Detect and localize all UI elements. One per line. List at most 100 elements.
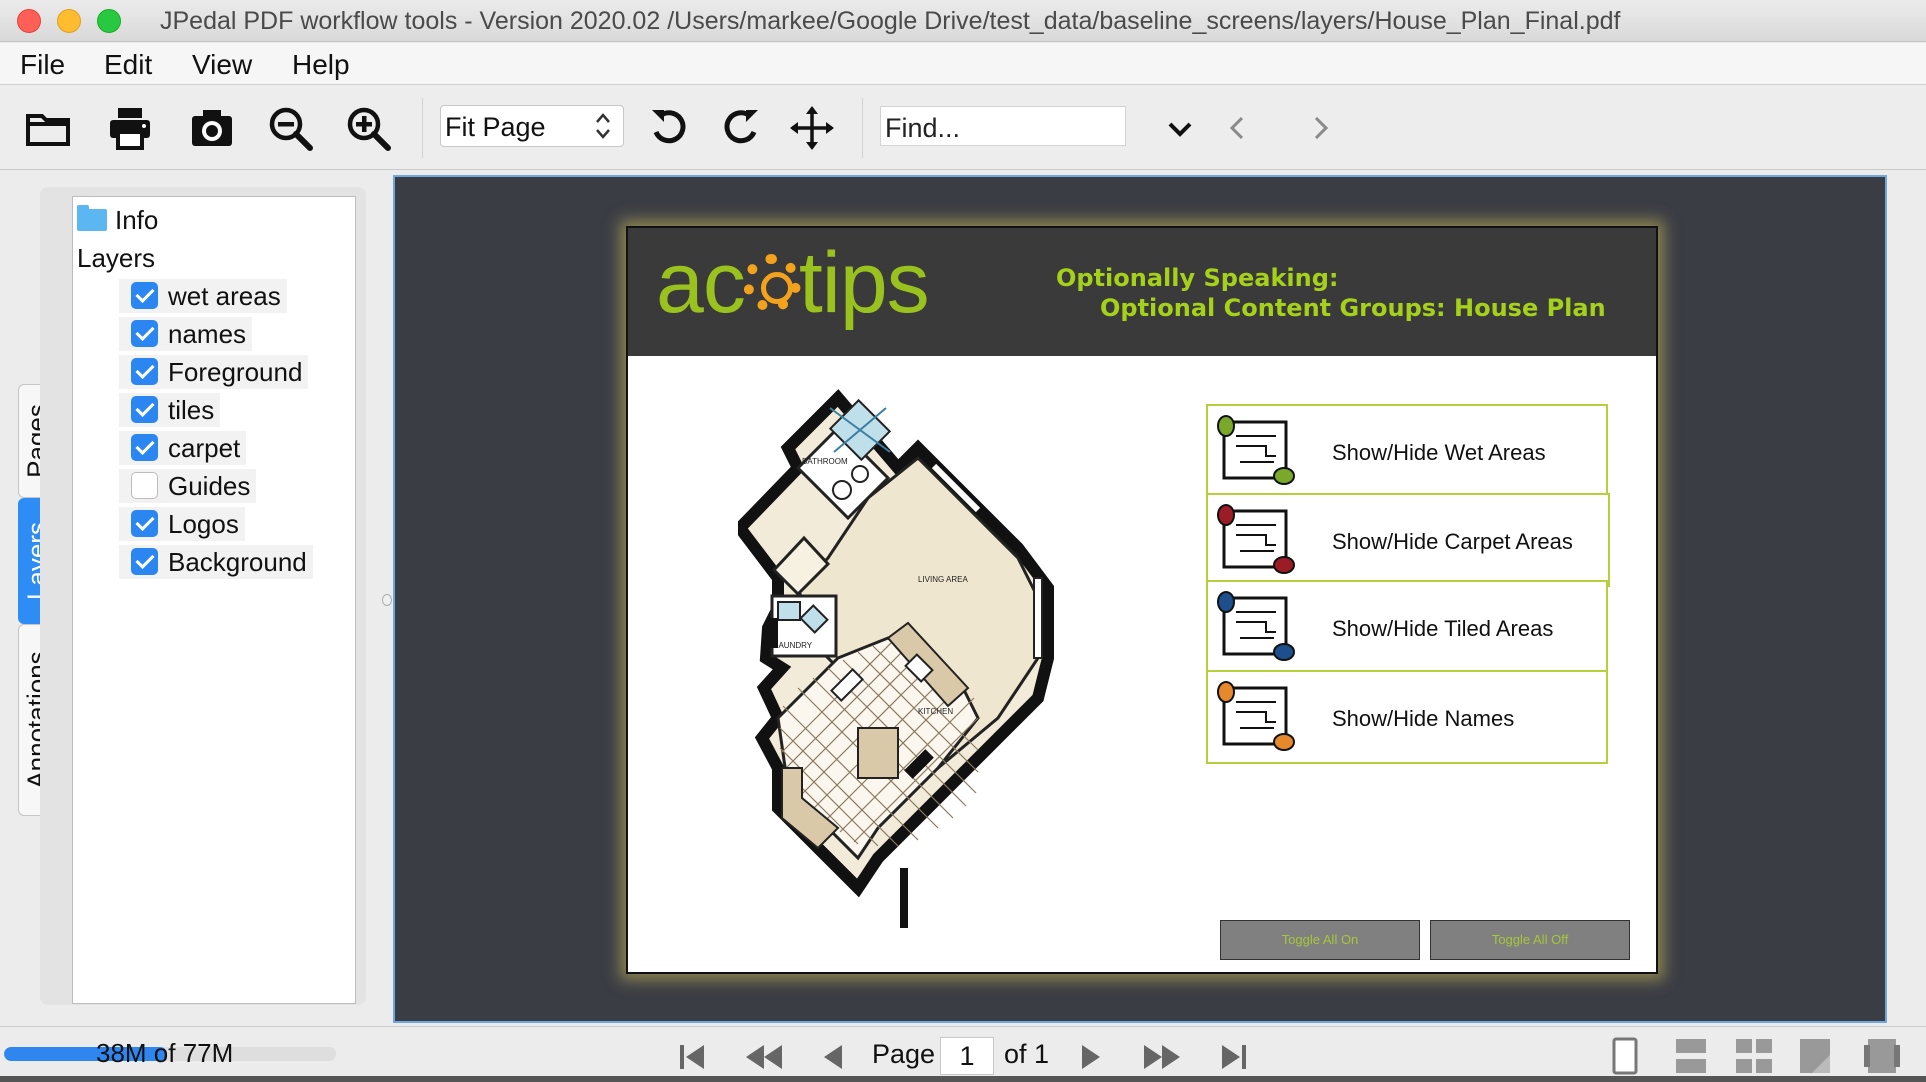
- bottom-edge: [0, 1076, 1926, 1082]
- zoom-mode-value: Fit Page: [445, 112, 546, 142]
- layer-row-foreground[interactable]: Foreground: [119, 355, 309, 389]
- menu-edit[interactable]: Edit: [104, 49, 152, 81]
- scroll-icon: [1217, 591, 1295, 661]
- layer-label: names: [168, 319, 247, 349]
- button-label: Show/Hide Wet Areas: [1332, 440, 1546, 465]
- gear-icon: [742, 254, 801, 312]
- floor-plan-drawing: BATHROOM LAUNDRY KITCHEN LIVING AREA: [738, 389, 1054, 928]
- layer-label: Background: [168, 547, 307, 577]
- scroll-icon: [1217, 681, 1295, 751]
- menu-bar: File Edit View Help: [0, 43, 1926, 85]
- layer-label: carpet: [168, 433, 241, 463]
- close-window-button[interactable]: [17, 9, 41, 33]
- print-icon[interactable]: [106, 104, 154, 152]
- button-label: Show/Hide Carpet Areas: [1332, 529, 1573, 554]
- layer-label: wet areas: [168, 281, 281, 311]
- continuous-view-icon[interactable]: [1674, 1037, 1708, 1075]
- layer-checkbox[interactable]: [131, 358, 158, 385]
- layer-row-logos[interactable]: Logos: [119, 507, 245, 541]
- page-flow-view-icon[interactable]: [1798, 1037, 1832, 1075]
- open-folder-icon[interactable]: [24, 104, 72, 152]
- menu-file[interactable]: File: [20, 49, 65, 81]
- acrotips-logo: ac tips: [656, 235, 930, 331]
- show-hide-wet-areas-button[interactable]: Show/Hide Wet Areas: [1206, 404, 1608, 498]
- layer-label: tiles: [168, 395, 215, 425]
- toolbar: Fit Page: [0, 86, 1926, 170]
- folder-icon: [77, 205, 107, 231]
- facing-view-icon[interactable]: [1734, 1037, 1774, 1075]
- button-label: Show/Hide Names: [1332, 706, 1515, 731]
- previous-result-icon[interactable]: [1214, 104, 1262, 152]
- pan-icon[interactable]: [788, 104, 836, 152]
- toolbar-separator: [862, 98, 863, 158]
- button-label: Show/Hide Tiled Areas: [1332, 616, 1554, 641]
- layer-row-names[interactable]: names: [119, 317, 253, 351]
- menu-help[interactable]: Help: [292, 49, 350, 81]
- show-hide-carpet-areas-button[interactable]: Show/Hide Carpet Areas: [1206, 493, 1610, 587]
- layer-label: Foreground: [168, 357, 303, 387]
- zoom-in-icon[interactable]: [344, 104, 392, 152]
- page-label: Page: [872, 1039, 936, 1069]
- layer-row-background[interactable]: Background: [119, 545, 313, 579]
- window-title: JPedal PDF workflow tools - Version 2020…: [160, 7, 1621, 35]
- select-arrows-icon: [596, 113, 610, 139]
- layer-label: Guides: [168, 471, 251, 501]
- find-input[interactable]: [880, 106, 1126, 146]
- pdf-page: ac tips Optionally Speaking: Optional Con…: [626, 226, 1658, 974]
- plan-label-bathroom: BATHROOM: [802, 457, 848, 466]
- thumbnail-view-icon[interactable]: [1862, 1037, 1902, 1075]
- page-number-input[interactable]: [940, 1037, 994, 1075]
- first-page-icon[interactable]: [678, 1043, 708, 1071]
- snapshot-icon[interactable]: [188, 104, 236, 152]
- zoom-out-icon[interactable]: [266, 104, 314, 152]
- toggle-all-off-button[interactable]: Toggle All Off: [1430, 920, 1630, 960]
- layer-row-wet-areas[interactable]: wet areas: [119, 279, 287, 313]
- header-line-2: Optional Content Groups: House Plan: [1100, 294, 1606, 322]
- minimize-window-button[interactable]: [57, 9, 81, 33]
- layer-row-tiles[interactable]: tiles: [119, 393, 221, 427]
- chevron-down-icon[interactable]: [1156, 104, 1204, 152]
- next-page-icon[interactable]: [1076, 1043, 1106, 1071]
- title-bar: JPedal PDF workflow tools - Version 2020…: [0, 0, 1926, 42]
- layer-checkbox[interactable]: [131, 282, 158, 309]
- app-window: JPedal PDF workflow tools - Version 2020…: [0, 0, 1926, 1082]
- page-count-label: of 1: [1004, 1039, 1050, 1069]
- rotate-right-icon[interactable]: [716, 104, 764, 152]
- layer-checkbox[interactable]: [131, 510, 158, 537]
- show-hide-names-button[interactable]: Show/Hide Names: [1206, 670, 1608, 764]
- previous-page-icon[interactable]: [818, 1043, 848, 1071]
- status-bar: 38M of 77M Page of 1: [0, 1026, 1926, 1082]
- rotate-left-icon[interactable]: [646, 104, 694, 152]
- next-result-icon[interactable]: [1296, 104, 1344, 152]
- plan-label-laundry: LAUNDRY: [774, 641, 813, 650]
- menu-view[interactable]: View: [192, 49, 252, 81]
- forward-ten-pages-icon[interactable]: [1142, 1043, 1182, 1071]
- tree-info-label: Info: [115, 205, 159, 235]
- header-line-1: Optionally Speaking:: [1056, 264, 1339, 292]
- layer-row-carpet[interactable]: carpet: [119, 431, 247, 465]
- zoom-mode-select[interactable]: Fit Page: [440, 105, 624, 147]
- layers-panel: Info Layers wet areas names Foreground t…: [72, 196, 356, 1004]
- layer-checkbox[interactable]: [131, 548, 158, 575]
- layer-checkbox[interactable]: [131, 434, 158, 461]
- plan-label-kitchen: KITCHEN: [918, 707, 953, 716]
- layer-checkbox[interactable]: [131, 472, 158, 499]
- tree-layers-heading: Layers: [77, 243, 156, 273]
- last-page-icon[interactable]: [1218, 1043, 1248, 1071]
- scroll-icon: [1217, 504, 1295, 574]
- layer-checkbox[interactable]: [131, 320, 158, 347]
- toolbar-separator: [422, 98, 423, 158]
- layer-label: Logos: [168, 509, 239, 539]
- maximize-window-button[interactable]: [97, 9, 121, 33]
- layer-checkbox[interactable]: [131, 396, 158, 423]
- scroll-icon: [1217, 415, 1295, 485]
- panel-splitter-handle[interactable]: [382, 594, 392, 606]
- plan-label-living: LIVING AREA: [918, 575, 968, 584]
- toggle-all-on-button[interactable]: Toggle All On: [1220, 920, 1420, 960]
- page-header-band: ac tips Optionally Speaking: Optional Con…: [628, 228, 1656, 356]
- layer-row-guides[interactable]: Guides: [119, 469, 257, 503]
- single-page-view-icon[interactable]: [1608, 1037, 1642, 1075]
- tree-info-node[interactable]: Info: [77, 205, 158, 236]
- show-hide-tiled-areas-button[interactable]: Show/Hide Tiled Areas: [1206, 580, 1608, 674]
- back-ten-pages-icon[interactable]: [744, 1043, 784, 1071]
